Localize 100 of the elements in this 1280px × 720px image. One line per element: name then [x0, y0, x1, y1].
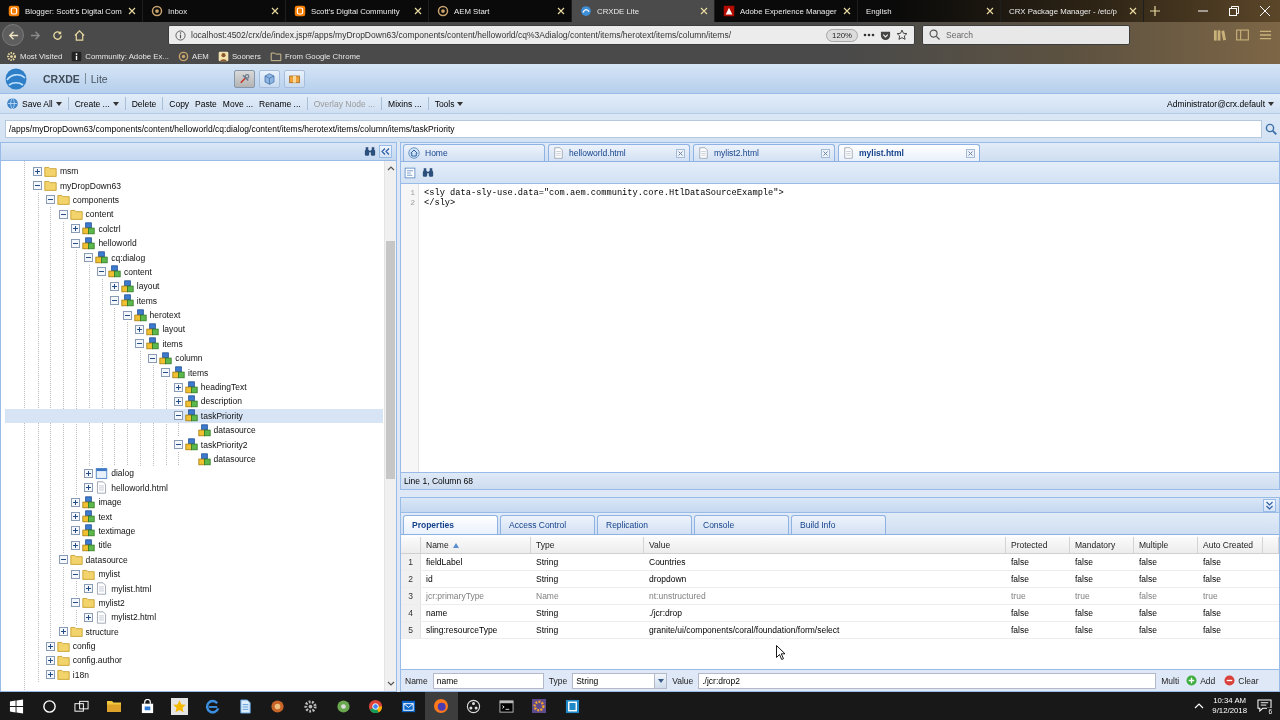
minus-box-icon[interactable] — [58, 555, 68, 565]
clear-button[interactable]: Clear — [1222, 672, 1261, 689]
user-menu[interactable]: Administrator@crx.default — [1164, 94, 1277, 113]
toolbar-button[interactable]: Save All — [3, 94, 65, 113]
minus-box-icon[interactable] — [33, 181, 42, 191]
tree-item[interactable]: headingText — [5, 379, 383, 395]
tree-item[interactable]: cq:dialog — [5, 250, 383, 265]
sidebar-icon[interactable] — [1236, 29, 1249, 41]
minus-box-icon[interactable] — [84, 253, 94, 263]
minus-box-icon[interactable] — [148, 353, 158, 363]
plus-box-icon[interactable] — [84, 584, 94, 593]
tree-item[interactable]: description — [5, 394, 383, 409]
search-button[interactable] — [1265, 123, 1277, 135]
minus-box-icon[interactable] — [45, 195, 55, 205]
close-icon[interactable] — [271, 7, 279, 15]
tree-item[interactable]: mylist2 — [5, 595, 383, 611]
minus-box-icon[interactable] — [122, 310, 132, 320]
tree-item[interactable]: datasource — [5, 423, 383, 438]
minus-box-icon[interactable] — [71, 569, 81, 579]
plus-box-icon[interactable] — [84, 468, 94, 478]
minus-box-icon[interactable] — [135, 339, 145, 349]
star-icon[interactable] — [896, 29, 908, 41]
column-header[interactable]: Mandatory — [1070, 537, 1134, 553]
plus-box-icon[interactable] — [71, 526, 81, 536]
plus-box-icon[interactable] — [45, 655, 55, 665]
column-header[interactable]: Type — [531, 537, 644, 553]
editor-tab[interactable]: helloworld.html — [548, 144, 690, 161]
tree-item[interactable]: datasource — [5, 451, 383, 467]
tree-item[interactable]: items — [5, 365, 383, 380]
plus-box-icon[interactable] — [71, 512, 81, 522]
add-button[interactable]: Add — [1184, 672, 1218, 689]
scrollbar[interactable] — [384, 161, 396, 691]
taskbar-button[interactable] — [424, 692, 458, 720]
editor-tab[interactable]: mylist.html — [838, 144, 980, 161]
panel-tab[interactable]: Properties — [403, 515, 498, 534]
plus-box-icon[interactable] — [71, 497, 81, 507]
shield-icon[interactable] — [880, 29, 891, 41]
tree-item[interactable]: text — [5, 509, 383, 524]
close-icon[interactable] — [986, 7, 994, 15]
collapse-button[interactable] — [379, 145, 392, 158]
path-field[interactable]: /apps/myDropDown63/components/content/helloworld/cq:dialog/content/items/herotext/items/column/items/taskPriority — [5, 120, 1262, 138]
speech-bubble-icon[interactable] — [1256, 699, 1272, 713]
close-icon[interactable] — [700, 7, 708, 15]
toolbar-button[interactable]: Create ... — [71, 94, 122, 113]
tree-item[interactable]: myDropDown63 — [5, 178, 383, 193]
panel-tab[interactable]: Replication — [597, 515, 692, 534]
panel-tab[interactable]: Console — [694, 515, 789, 534]
toolbar-button[interactable]: Rename ... — [256, 94, 304, 113]
mode-button[interactable] — [258, 69, 280, 88]
column-header[interactable]: Multiple — [1134, 537, 1198, 553]
tree-item[interactable]: msm — [5, 164, 383, 179]
tree-item[interactable]: items — [5, 336, 383, 352]
minus-box-icon[interactable] — [109, 296, 119, 306]
tree-item[interactable]: config.author — [5, 653, 383, 668]
toolbar-button[interactable]: Mixins ... — [385, 94, 425, 113]
column-header[interactable]: Value — [644, 537, 1006, 553]
close-icon[interactable] — [128, 7, 136, 15]
editor-tab[interactable]: Home — [403, 144, 545, 161]
panel-tab[interactable]: Access Control — [500, 515, 595, 534]
minus-box-icon[interactable] — [161, 368, 170, 378]
binoculars-icon[interactable] — [422, 167, 434, 178]
tree-item[interactable]: structure — [5, 624, 383, 639]
toolbar-button[interactable]: Paste — [192, 94, 220, 113]
tree-item[interactable]: colctrl — [5, 221, 383, 236]
minus-box-icon[interactable] — [71, 238, 81, 248]
outline-page-icon[interactable] — [404, 166, 416, 179]
close-icon[interactable] — [414, 7, 422, 15]
minus-box-icon[interactable] — [173, 440, 183, 450]
tree-item[interactable]: taskPriority — [5, 408, 383, 424]
tree-item[interactable]: mylist — [5, 566, 383, 582]
tree-item[interactable]: mylist.html — [5, 581, 383, 596]
scrollbar-thumb[interactable] — [386, 241, 395, 479]
toolbar-button[interactable]: Move ... — [219, 94, 257, 113]
plus-box-icon[interactable] — [45, 641, 55, 651]
tree-item[interactable]: i18n — [5, 667, 383, 683]
menu-icon[interactable] — [1259, 29, 1272, 41]
editor-tab[interactable]: mylist2.html — [693, 144, 835, 161]
tree-item[interactable]: helloworld.html — [5, 480, 383, 495]
plus-box-icon[interactable] — [33, 166, 42, 176]
plus-box-icon[interactable] — [109, 281, 119, 291]
mode-button[interactable] — [233, 69, 255, 88]
toolbar-button[interactable]: Delete — [128, 94, 160, 113]
search-field[interactable]: Search — [922, 25, 1130, 45]
expand-button[interactable] — [1263, 498, 1276, 512]
tree-item[interactable]: datasource — [5, 552, 383, 567]
plus-box-icon[interactable] — [84, 483, 94, 493]
column-header[interactable]: Name — [421, 537, 531, 553]
tree-item[interactable]: layout — [5, 322, 383, 337]
plus-box-icon[interactable] — [71, 540, 81, 550]
tree-item[interactable]: image — [5, 495, 383, 510]
tree-item[interactable]: components — [5, 192, 383, 208]
tree-item[interactable]: mylist2.html — [5, 610, 383, 625]
chevron-up-icon[interactable] — [1194, 703, 1205, 709]
type-select[interactable]: String — [572, 672, 668, 689]
tree-item[interactable]: content — [5, 264, 383, 280]
minus-box-icon[interactable] — [97, 267, 106, 277]
plus-box-icon[interactable] — [71, 224, 81, 234]
tree-item[interactable]: content — [5, 207, 383, 222]
name-input[interactable]: name — [432, 672, 544, 689]
tree-item[interactable]: items — [5, 293, 383, 308]
